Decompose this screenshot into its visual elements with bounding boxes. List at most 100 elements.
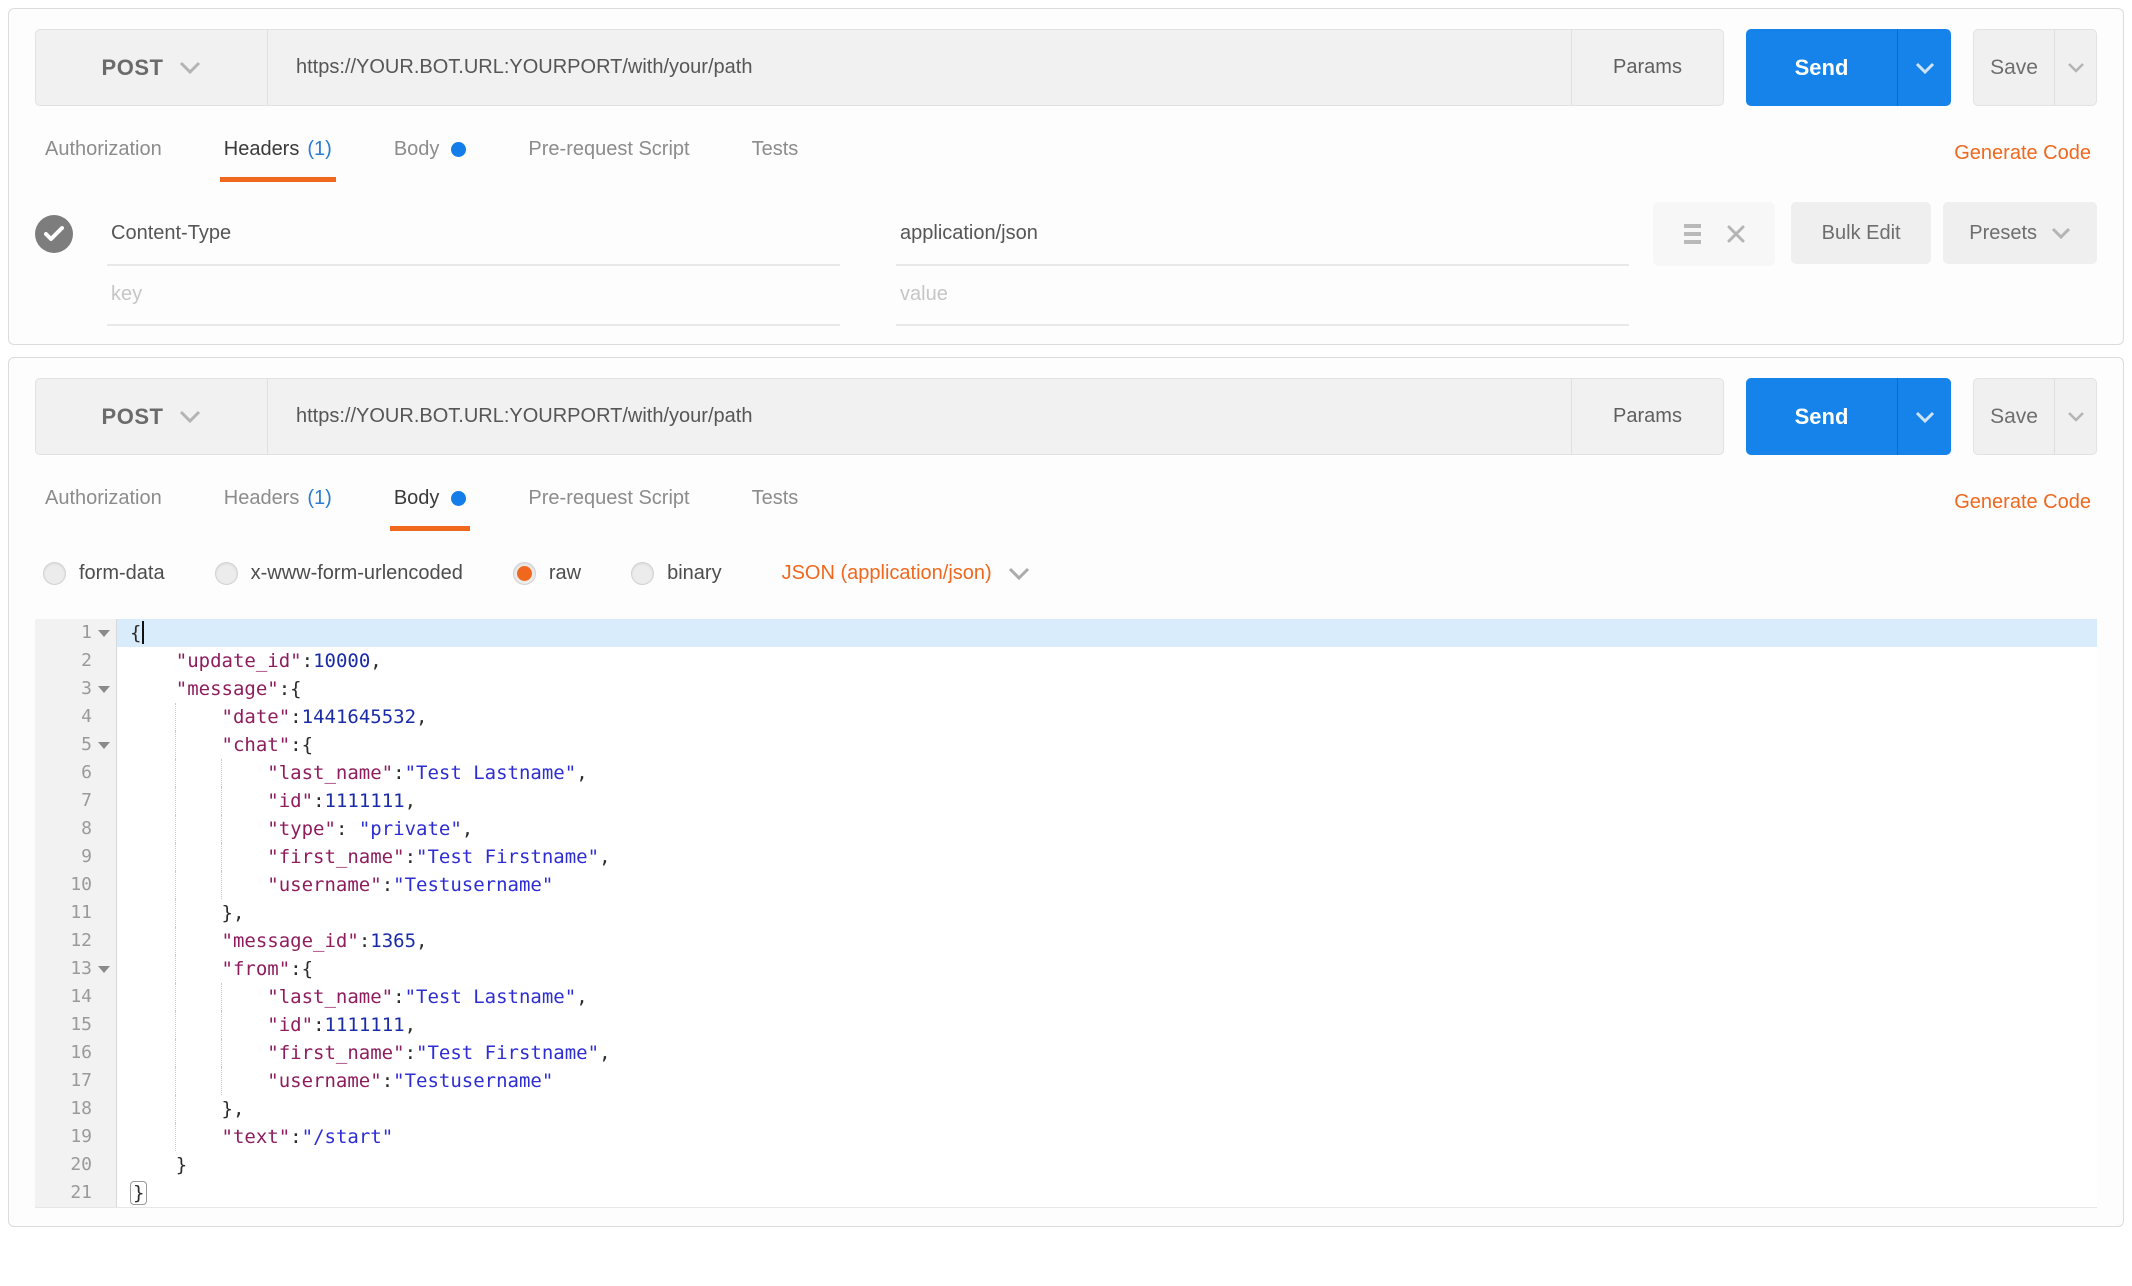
line-number: 10 — [70, 874, 92, 895]
code-line: 1{ — [35, 619, 2097, 647]
line-number: 2 — [81, 650, 92, 671]
code-line-content[interactable]: "date":1441645532, — [117, 703, 2097, 731]
code-line-content[interactable]: "type": "private", — [117, 815, 2097, 843]
url-input[interactable]: https://YOUR.BOT.URL:YOURPORT/with/your/… — [268, 30, 1571, 105]
header-key-input[interactable]: Content-Type — [107, 202, 840, 266]
code-line-content[interactable]: "id":1111111, — [117, 1011, 2097, 1039]
row-enabled-checkbox[interactable] — [35, 215, 73, 253]
send-split-button: Send — [1746, 29, 1951, 106]
tab-authorization[interactable]: Authorization — [41, 124, 166, 182]
code-line-content[interactable]: "username":"Testusername" — [117, 871, 2097, 899]
header-value-input[interactable]: application/json — [896, 202, 1629, 266]
json-body-editor[interactable]: 1{2 "update_id":10000, 3 "message":{4 "da… — [35, 619, 2097, 1208]
code-line-content[interactable]: "message":{ — [117, 675, 2097, 703]
tab-label: Tests — [751, 138, 799, 160]
gutter: 6 — [35, 759, 117, 787]
fold-caret-icon[interactable] — [98, 629, 110, 637]
code-line: 6 "last_name":"Test Lastname", — [35, 759, 2097, 787]
presets-label: Presets — [1969, 221, 2038, 244]
url-group: POST https://YOUR.BOT.URL:YOURPORT/with/… — [35, 29, 1724, 106]
send-button[interactable]: Send — [1746, 29, 1897, 106]
line-number: 12 — [70, 930, 92, 951]
code-line-content[interactable]: "first_name":"Test Firstname", — [117, 843, 2097, 871]
code-line: 4 "date":1441645532, — [35, 703, 2097, 731]
tab-pre-request-script[interactable]: Pre-request Script — [524, 124, 693, 182]
generate-code-link[interactable]: Generate Code — [1954, 491, 2091, 514]
row-actions — [1653, 202, 1775, 266]
body-filled-dot-icon — [451, 142, 467, 157]
params-button[interactable]: Params — [1571, 30, 1723, 105]
code-line-content[interactable]: "message_id":1365, — [117, 927, 2097, 955]
gutter: 12 — [35, 927, 117, 955]
code-line-content[interactable]: "id":1111111, — [117, 787, 2097, 815]
fold-caret-icon[interactable] — [98, 965, 110, 973]
code-line-content[interactable]: "last_name":"Test Lastname", — [117, 983, 2097, 1011]
generate-code-link[interactable]: Generate Code — [1954, 142, 2091, 165]
delete-row-icon[interactable] — [1727, 225, 1745, 243]
code-line-content[interactable]: } — [117, 1151, 2097, 1179]
body-type-radio-binary[interactable]: binary — [631, 561, 722, 585]
save-button[interactable]: Save — [1974, 379, 2054, 454]
code-line-content[interactable]: "username":"Testusername" — [117, 1067, 2097, 1095]
body-type-radio-raw[interactable]: raw — [512, 561, 581, 585]
gutter: 18 — [35, 1095, 117, 1123]
body-type-radio-form-data[interactable]: form-data — [43, 561, 165, 585]
code-line-content[interactable]: "first_name":"Test Firstname", — [117, 1039, 2097, 1067]
params-button[interactable]: Params — [1571, 379, 1723, 454]
send-options-button[interactable] — [1897, 29, 1951, 106]
radio-icon — [214, 561, 238, 585]
save-options-button[interactable] — [2054, 30, 2096, 105]
fold-caret-icon[interactable] — [98, 741, 110, 749]
code-line-content[interactable]: } — [117, 1179, 2097, 1207]
body-type-radio-x-www-form-urlencoded[interactable]: x-www-form-urlencoded — [214, 561, 463, 585]
save-options-button[interactable] — [2054, 379, 2096, 454]
chevron-down-icon — [1915, 411, 1935, 423]
code-line-content[interactable]: "from":{ — [117, 955, 2097, 983]
code-line: 14 "last_name":"Test Lastname", — [35, 983, 2097, 1011]
tab-count-badge: (1) — [307, 138, 332, 160]
code-line-content[interactable]: "text":"/start" — [117, 1123, 2097, 1151]
raw-type-dropdown[interactable]: JSON (application/json) — [782, 562, 1030, 585]
tab-pre-request-script[interactable]: Pre-request Script — [524, 473, 693, 531]
tab-headers[interactable]: Headers (1) — [219, 124, 336, 182]
request-panel-body: POST https://YOUR.BOT.URL:YOURPORT/with/… — [8, 357, 2124, 1227]
method-select[interactable]: POST — [36, 379, 268, 454]
code-line-content[interactable]: { — [117, 619, 2097, 647]
row-menu-icon[interactable] — [1683, 224, 1701, 244]
line-number: 7 — [81, 790, 92, 811]
bulk-edit-button[interactable]: Bulk Edit — [1791, 202, 1932, 264]
code-line-content[interactable]: "chat":{ — [117, 731, 2097, 759]
tab-tests[interactable]: Tests — [748, 124, 803, 182]
gutter: 15 — [35, 1011, 117, 1039]
send-button[interactable]: Send — [1746, 378, 1897, 455]
gutter: 5 — [35, 731, 117, 759]
code-line: 12 "message_id":1365, — [35, 927, 2097, 955]
request-tabs: Authorization Headers (1) Body Pre-request S… — [41, 124, 856, 182]
tab-headers[interactable]: Headers (1) — [220, 473, 336, 531]
new-header-key-input[interactable]: key — [107, 264, 840, 326]
new-header-value-input[interactable]: value — [896, 264, 1629, 326]
radio-icon — [512, 561, 536, 585]
radio-label: x-www-form-urlencoded — [250, 561, 463, 584]
gutter: 21 — [35, 1179, 117, 1207]
tab-body[interactable]: Body — [389, 473, 471, 531]
url-input[interactable]: https://YOUR.BOT.URL:YOURPORT/with/your/… — [268, 379, 1571, 454]
code-line-content[interactable]: }, — [117, 899, 2097, 927]
gutter: 14 — [35, 983, 117, 1011]
tab-tests[interactable]: Tests — [748, 473, 803, 531]
send-options-button[interactable] — [1897, 378, 1951, 455]
code-line-content[interactable]: "update_id":10000, — [117, 647, 2097, 675]
code-line: 11 }, — [35, 899, 2097, 927]
tab-body[interactable]: Body — [390, 124, 471, 182]
tab-label: Body — [393, 487, 440, 509]
code-line-content[interactable]: "last_name":"Test Lastname", — [117, 759, 2097, 787]
code-line-content[interactable]: }, — [117, 1095, 2097, 1123]
gutter: 20 — [35, 1151, 117, 1179]
tab-label: Headers — [223, 487, 300, 509]
fold-caret-icon[interactable] — [98, 685, 110, 693]
save-button[interactable]: Save — [1974, 30, 2054, 105]
method-select[interactable]: POST — [36, 30, 268, 105]
presets-button[interactable]: Presets — [1943, 202, 2097, 264]
tab-authorization[interactable]: Authorization — [41, 473, 166, 531]
code-line: 10 "username":"Testusername" — [35, 871, 2097, 899]
